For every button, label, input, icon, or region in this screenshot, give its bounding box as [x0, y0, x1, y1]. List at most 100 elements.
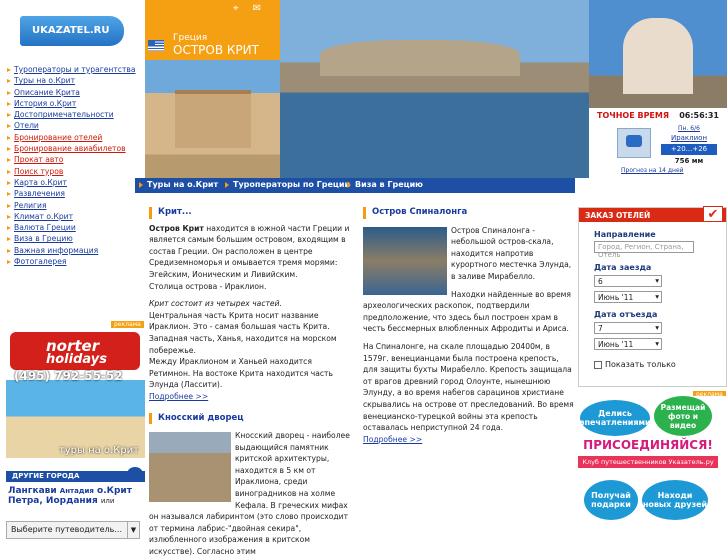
page-title: ОСТРОВ КРИТ — [173, 43, 259, 57]
spinalonga-title[interactable]: Остров Спиналонга — [363, 207, 574, 219]
destination-input[interactable]: Город, Регион, Страна, Отель — [594, 241, 694, 259]
sidebar-item[interactable]: Бронирование отелей — [6, 133, 142, 144]
time-label: ТОЧНОЕ ВРЕМЯ — [597, 111, 670, 120]
join-text: ПРИСОЕДИНЯЙСЯ! — [583, 438, 713, 452]
sidebar-item[interactable]: Климат о.Крит — [6, 212, 142, 223]
club-banner[interactable]: Делись впечатлениями Размещай фото и вид… — [578, 396, 727, 545]
topnav-visa[interactable]: Виза в Грецию — [345, 180, 423, 189]
checkin-month-select[interactable]: Июнь '11 — [594, 291, 662, 303]
other-cities-title: ДРУГИЕ ГОРОДА — [12, 472, 80, 480]
site-logo[interactable]: UKAZATEL.RU — [20, 16, 124, 46]
show-only-row[interactable]: Показать только — [594, 360, 676, 369]
ad-caption: туры на о.Крит — [58, 445, 139, 456]
spinalonga-photo — [363, 226, 447, 295]
sidebar-item[interactable]: Отели — [6, 121, 142, 132]
weather-widget: ТОЧНОЕ ВРЕМЯ 06:56:31 Пн. 6/6 Ираклион +… — [589, 108, 727, 178]
weather-pressure: 756 мм — [674, 157, 704, 165]
ad-brand2: holidays — [46, 352, 107, 367]
spinalonga-bay-photo — [280, 0, 589, 178]
upload-bubble: Размещай фото и видео — [654, 396, 712, 436]
weather-temp: +20...+26 — [661, 144, 717, 155]
sidebar-item[interactable]: Развлечения — [6, 189, 142, 200]
top-nav: Туры на о.Крит Туроператоры по Греции Ви… — [135, 178, 575, 193]
ad-label: реклама — [111, 321, 144, 328]
sidebar-item[interactable]: Важная информация — [6, 246, 142, 257]
spinalonga-text: Находки найденные во время археологическ… — [363, 289, 571, 334]
crete-text: Центральная часть Крита носит название И… — [149, 310, 330, 332]
title-block: ⌖✉ Греция ОСТРОВ КРИТ — [145, 0, 280, 60]
greece-flag-icon — [148, 40, 164, 51]
hotel-booking-title: ЗАКАЗ ОТЕЛЕЙ — [585, 211, 651, 220]
show-only-checkbox[interactable] — [594, 360, 602, 369]
time-value: 06:56:31 — [679, 111, 719, 120]
city-link[interactable]: Лангкави — [8, 486, 57, 496]
guide-select[interactable]: Выберите путеводитель... ▼ — [6, 521, 140, 539]
other-cities-header: ДРУГИЕ ГОРОДА — [6, 467, 145, 482]
sidebar-item[interactable]: Виза в Грецию — [6, 234, 142, 245]
topnav-operators[interactable]: Туроператоры по Греции — [223, 180, 350, 189]
checkmark-icon: ✔ — [703, 206, 723, 222]
hotel-booking-header: ЗАКАЗ ОТЕЛЕЙ ✔ — [579, 206, 726, 222]
sidebar-item[interactable]: Поиск туров — [6, 167, 142, 178]
weather-city[interactable]: Ираклион — [667, 134, 711, 142]
crete-more-link[interactable]: Подробнее >> — [149, 391, 354, 403]
weather-date[interactable]: Пн. 6/6 — [667, 125, 711, 132]
spinalonga-column: Остров Спиналонга Остров Спиналонга - не… — [363, 207, 574, 445]
country-label: Греция — [173, 33, 208, 43]
destination-label: Направление — [594, 230, 656, 239]
crete-text: Западная часть, Ханья, находится на морс… — [149, 333, 337, 355]
chevron-down-icon[interactable]: ▼ — [127, 522, 139, 538]
crete-text: Столица острова - Ираклион. — [149, 281, 267, 291]
club-text: Клуб путешественников Указатель.ру — [578, 456, 718, 468]
spinalonga-text: На Спиналонге, на скале площадью 20400м,… — [363, 341, 574, 433]
logo-area: UKAZATEL.RU — [0, 0, 145, 60]
or-text: или — [100, 497, 115, 505]
forecast-link[interactable]: Прогноз на 14 дней — [621, 167, 684, 174]
sidebar-item[interactable]: Фотогалерея — [6, 257, 142, 268]
crete-text: Между Ираклионом и Ханьей находится Рети… — [149, 357, 333, 390]
norter-ad[interactable]: norter holidays (495) 792-55-52 туры на … — [6, 328, 145, 458]
checkin-label: Дата заезда — [594, 263, 652, 272]
crete-lead: Остров Крит — [149, 223, 204, 233]
hotel-booking-widget: ЗАКАЗ ОТЕЛЕЙ ✔ Направление Город, Регион,… — [578, 206, 727, 387]
knossos-title[interactable]: Кносский дворец — [149, 412, 354, 425]
sidebar-item[interactable]: Валюта Греции — [6, 223, 142, 234]
monastery-photo — [145, 60, 280, 178]
chapel-photo — [589, 0, 727, 108]
sidebar-item[interactable]: Туры на о.Крит — [6, 76, 142, 87]
topnav-tours[interactable]: Туры на о.Крит — [137, 180, 218, 189]
sidebar-item[interactable]: Описание Крита — [6, 88, 142, 99]
sidebar-item[interactable]: История о.Крит — [6, 99, 142, 110]
sidebar-item[interactable]: Туроператоры и турагентства — [6, 65, 142, 76]
ad-logo: norter holidays — [10, 332, 140, 370]
checkout-month-select[interactable]: Июнь '11 — [594, 338, 662, 350]
spinalonga-more-link[interactable]: Подробнее >> — [363, 434, 574, 446]
header-icons[interactable]: ⌖✉ — [233, 3, 275, 14]
sidebar-item[interactable]: Достопримечательности — [6, 110, 142, 121]
share-bubble: Делись впечатлениями — [579, 400, 651, 436]
sidebar-item[interactable]: Бронирование авиабилетов — [6, 144, 142, 155]
crete-column: Крит... Остров Крит находится в южной ча… — [149, 207, 354, 558]
sidebar-item[interactable]: Религия — [6, 201, 142, 212]
checkout-day-select[interactable]: 7 — [594, 322, 662, 334]
friends-bubble: Находи новых друзей — [642, 480, 708, 520]
weather-icon — [617, 128, 651, 158]
crete-text: Крит состоит из четырех частей. — [149, 299, 282, 309]
sidebar-item[interactable]: Прокат авто — [6, 155, 142, 166]
checkin-day-select[interactable]: 6 — [594, 275, 662, 287]
show-only-label: Показать только — [605, 360, 676, 369]
sidebar-nav: Туроператоры и турагентства Туры на о.Кри… — [6, 65, 142, 268]
sidebar-item[interactable]: Карта о.Крит — [6, 178, 142, 189]
city-link[interactable]: о.Крит — [97, 486, 132, 496]
city-link[interactable]: Антадия — [60, 487, 94, 495]
mail-icon[interactable]: ✉ — [253, 3, 275, 14]
other-cities: Лангкави Антадия о.Крит Петра, Иордания … — [8, 486, 145, 506]
sitemap-icon[interactable]: ⌖ — [233, 3, 253, 14]
knossos-photo — [149, 432, 231, 503]
ad-phone: (495) 792-55-52 — [14, 369, 123, 383]
crete-title[interactable]: Крит... — [149, 207, 354, 219]
dolphin-icon — [127, 467, 143, 481]
city-link[interactable]: Петра, Иордания — [8, 496, 98, 506]
gifts-bubble: Получай подарки — [584, 480, 638, 520]
checkout-label: Дата отъезда — [594, 310, 658, 319]
